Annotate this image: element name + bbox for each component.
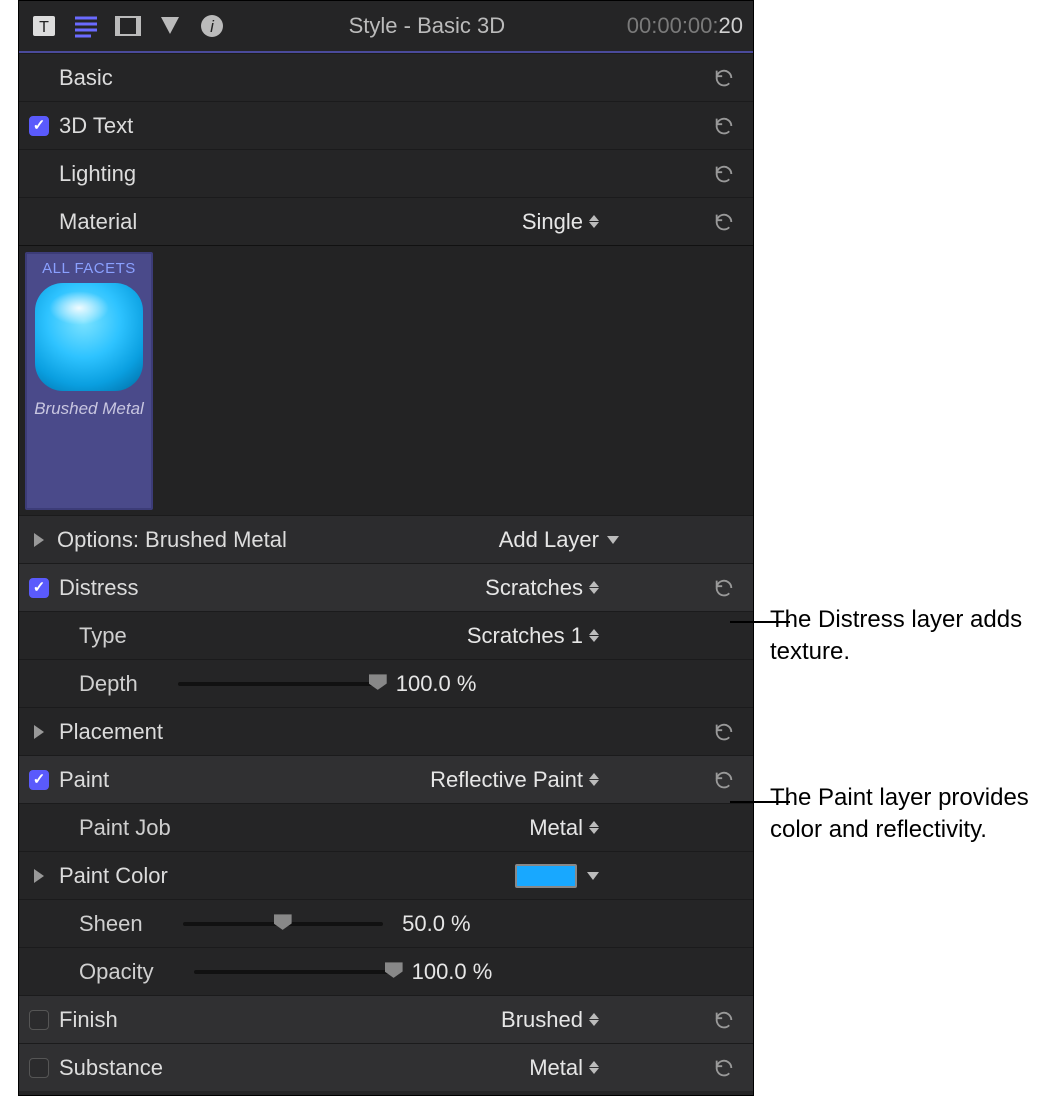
checkbox-substance[interactable] [29,1058,49,1078]
chevron-down-icon [607,536,619,544]
opacity-value[interactable]: 100.0 [412,959,493,985]
paint-color-swatch[interactable] [515,864,577,888]
options-label: Options: Brushed Metal [57,527,287,553]
paint-color-chevron-icon[interactable] [587,872,599,880]
reset-3d-text-button[interactable] [709,115,739,137]
material-label: Material [59,209,137,235]
disclosure-options-icon[interactable] [34,533,44,547]
section-basic[interactable]: Basic [19,53,753,101]
inspector-toolbar: T i Style - Basic 3D 00:00:00:20 [19,1,753,53]
section-finish[interactable]: Finish Brushed [19,995,753,1043]
reset-basic-button[interactable] [709,67,739,89]
distress-depth-value[interactable]: 100.0 [396,671,477,697]
substance-label: Substance [59,1055,163,1081]
facet-card-all-facets[interactable]: ALL FACETS Brushed Metal [25,252,153,510]
section-material[interactable]: Material Single [19,197,753,245]
sheen-label: Sheen [79,911,143,937]
distress-depth-label: Depth [79,671,138,697]
disclosure-placement-icon[interactable] [34,725,44,739]
opacity-label: Opacity [79,959,154,985]
reset-lighting-button[interactable] [709,163,739,185]
basic-label: Basic [59,65,113,91]
timecode: 00:00:00:20 [627,13,743,39]
paragraph-tab-icon[interactable] [71,12,101,40]
distress-type-label: Type [79,623,127,649]
material-mode-popup[interactable]: Single [522,209,599,235]
sheen-slider[interactable] [183,922,383,926]
reset-paint-button[interactable] [709,769,739,791]
checkbox-paint[interactable] [29,770,49,790]
distress-depth-slider[interactable] [178,682,378,686]
section-distress[interactable]: Distress Scratches [19,563,753,611]
section-paint[interactable]: Paint Reflective Paint [19,755,753,803]
reset-placement-button[interactable] [709,721,739,743]
paint-color-label: Paint Color [59,863,168,889]
distress-label: Distress [59,575,138,601]
lighting-label: Lighting [59,161,136,187]
distress-popup[interactable]: Scratches [485,575,599,601]
reset-substance-button[interactable] [709,1057,739,1079]
paint-job-popup[interactable]: Metal [529,815,599,841]
3d-text-label: 3D Text [59,113,133,139]
facet-thumbnail[interactable] [35,283,143,391]
add-layer-button[interactable]: Add Layer [499,527,619,553]
finish-label: Finish [59,1007,118,1033]
material-well: ALL FACETS Brushed Metal [19,245,753,515]
filters-tab-icon[interactable] [155,12,185,40]
reset-distress-button[interactable] [709,577,739,599]
placement-label: Placement [59,719,163,745]
opacity-slider[interactable] [194,970,394,974]
paint-label: Paint [59,767,109,793]
row-distress-depth: Depth 100.0 [19,659,753,707]
row-distress-type: Type Scratches 1 [19,611,753,659]
checkbox-distress[interactable] [29,578,49,598]
finish-popup[interactable]: Brushed [501,1007,599,1033]
section-substance[interactable]: Substance Metal [19,1043,753,1091]
svg-text:T: T [39,19,49,36]
inspector-panel: T i Style - Basic 3D 00:00:00:20 Basic [18,0,754,1096]
paint-popup[interactable]: Reflective Paint [430,767,599,793]
substance-popup[interactable]: Metal [529,1055,599,1081]
section-lighting[interactable]: Lighting [19,149,753,197]
section-3d-text[interactable]: 3D Text [19,101,753,149]
reset-material-button[interactable] [709,211,739,233]
sheen-value[interactable]: 50.0 [401,911,471,937]
disclosure-paint-color-icon[interactable] [34,869,44,883]
facet-name: Brushed Metal [34,399,144,419]
annotation-paint: The Paint layer provides color and refle… [770,782,1040,847]
row-placement[interactable]: Placement [19,707,753,755]
paint-job-label: Paint Job [79,815,171,841]
reset-finish-button[interactable] [709,1009,739,1031]
distress-type-popup[interactable]: Scratches 1 [467,623,599,649]
text-tab-icon[interactable]: T [29,12,59,40]
row-paint-job: Paint Job Metal [19,803,753,851]
video-tab-icon[interactable] [113,12,143,40]
row-paint-opacity: Opacity 100.0 [19,947,753,995]
row-paint-color: Paint Color [19,851,753,899]
info-tab-icon[interactable]: i [197,12,227,40]
checkbox-finish[interactable] [29,1010,49,1030]
row-paint-sheen: Sheen 50.0 [19,899,753,947]
inspector-title: Style - Basic 3D [227,13,627,39]
facet-title: ALL FACETS [42,260,136,277]
annotation-distress: The Distress layer adds texture. [770,604,1040,669]
checkbox-3d-text[interactable] [29,116,49,136]
options-row: Options: Brushed Metal Add Layer [19,515,753,563]
